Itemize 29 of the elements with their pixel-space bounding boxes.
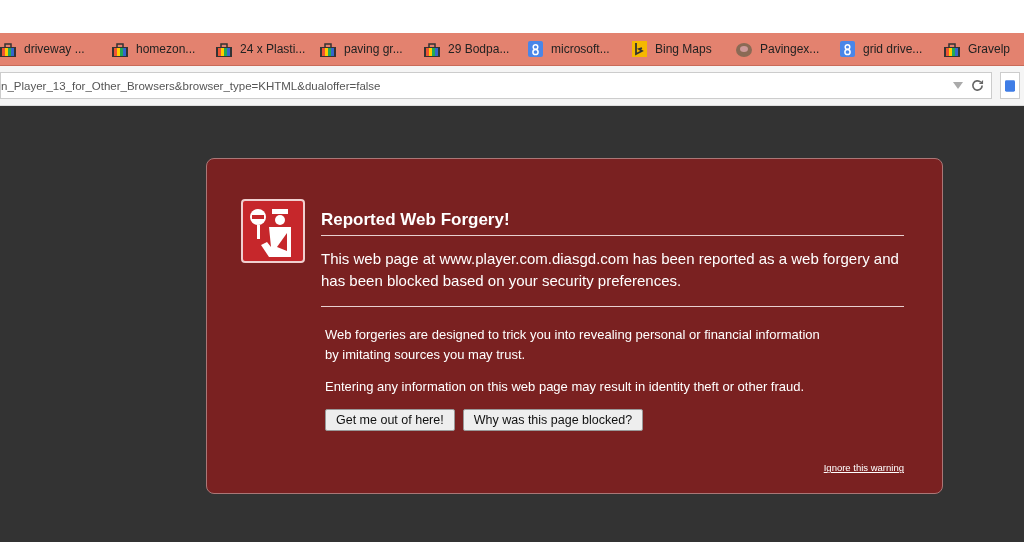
dropdown-icon[interactable] <box>953 81 963 90</box>
warning-detail: Entering any information on this web page may result in identity theft or other fraud. <box>325 377 806 396</box>
police-officer-icon <box>241 199 305 263</box>
bookmark[interactable]: microsoft... <box>520 40 624 58</box>
b-logo-icon <box>632 41 647 57</box>
bookmark[interactable]: 29 Bodpa... <box>416 40 520 58</box>
photo-icon <box>736 41 752 57</box>
bookmark[interactable]: driveway ... <box>0 40 104 58</box>
bookmark[interactable]: grid drive... <box>832 40 936 58</box>
ignore-warning-link[interactable]: Ignore this warning <box>823 461 904 476</box>
reload-icon[interactable] <box>971 79 984 92</box>
bag-icon <box>944 41 960 57</box>
bag-icon <box>424 41 440 57</box>
bag-icon <box>320 41 336 57</box>
bag-icon <box>216 41 232 57</box>
bookmark[interactable]: paving gr... <box>312 40 416 58</box>
bookmark[interactable]: Gravelp <box>936 40 1011 58</box>
bag-icon <box>0 41 16 57</box>
bookmark[interactable]: Pavingex... <box>728 40 832 58</box>
warning-title: Reported Web Forgery! <box>321 207 904 236</box>
warning-message: This web page at www.player.com.diasgd.com has been reported as a web forgery and has been blocked based on your security preferences. <box>321 247 904 307</box>
bookmark[interactable]: 24 x Plasti... <box>208 40 312 58</box>
get-out-button[interactable]: Get me out of here! <box>325 408 455 432</box>
warning-detail: Web forgeries are designed to trick you into revealing personal or financial information by imitating sources you may trust. <box>325 325 821 364</box>
bookmark[interactable]: homezon... <box>104 40 208 58</box>
why-blocked-button[interactable]: Why was this page blocked? <box>462 408 644 432</box>
address-field[interactable]: n_Player_13_for_Other_Browsers&browser_type=KHTML&dualoffer=false <box>0 72 992 99</box>
bag-icon <box>112 41 128 57</box>
bookmark[interactable]: Bing Maps <box>624 40 728 58</box>
